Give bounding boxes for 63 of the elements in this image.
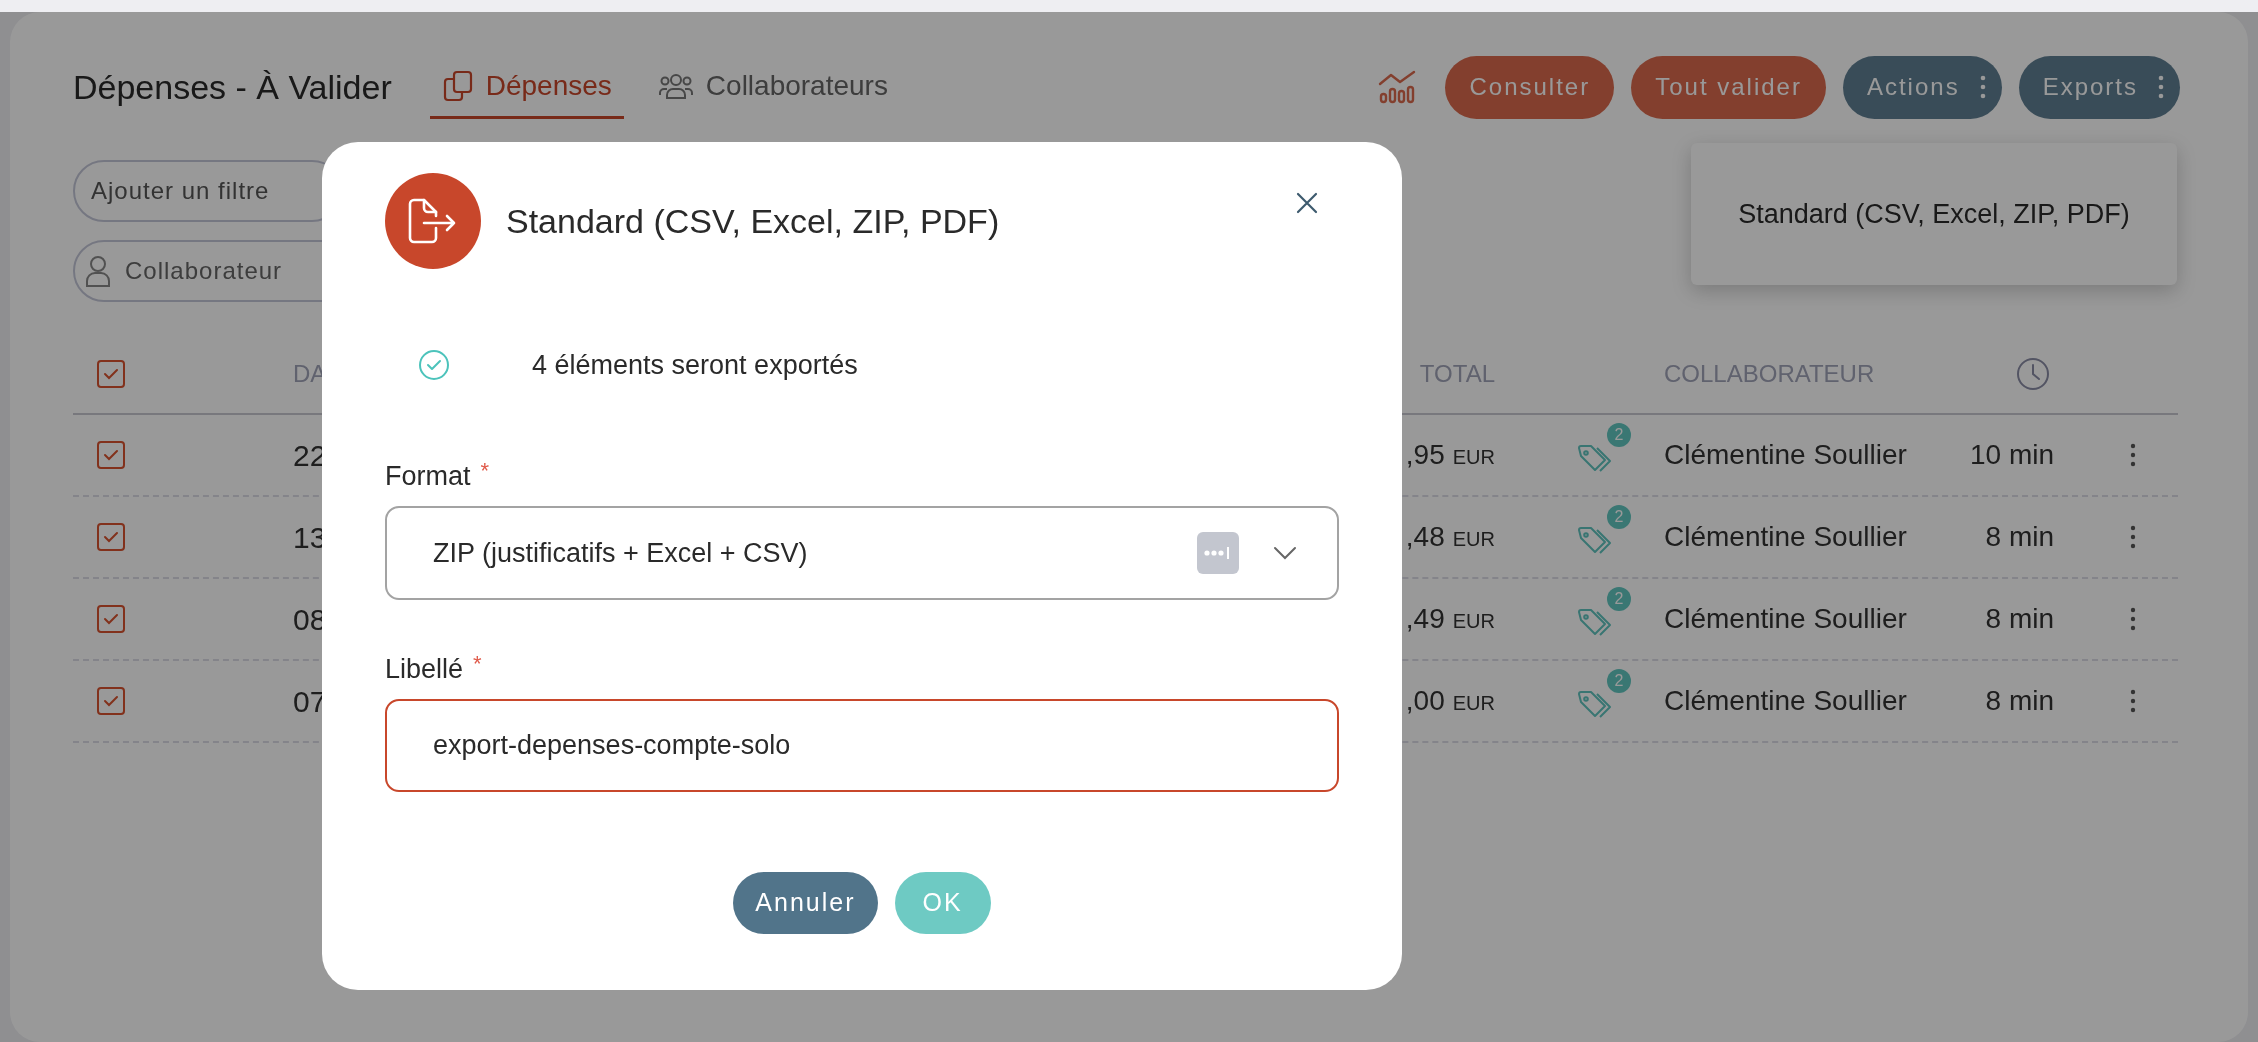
currency-label: EUR xyxy=(1452,445,1495,470)
required-mark: * xyxy=(480,461,490,481)
tab[interactable]: Collaborateurs xyxy=(645,55,900,119)
checkmark-icon xyxy=(103,695,119,707)
checkmark-icon xyxy=(103,613,119,625)
kebab-icon xyxy=(1979,75,1986,99)
cancel-button[interactable]: Annuler xyxy=(733,872,878,934)
action-button[interactable]: Consulter xyxy=(1445,55,1615,119)
menu-item[interactable]: Standard (CSV, Excel, ZIP, PDF) xyxy=(1738,193,2130,235)
count-badge: 2 xyxy=(1607,587,1631,611)
close-icon[interactable] xyxy=(1296,192,1318,214)
count-badge: 2 xyxy=(1607,505,1631,529)
tab[interactable]: Dépenses xyxy=(429,55,624,119)
column-header: TOTAL xyxy=(1419,360,1495,387)
checkmark-icon xyxy=(103,531,119,543)
page-title: Dépenses - À Valider xyxy=(73,70,392,104)
checkbox[interactable] xyxy=(97,687,125,715)
kebab-icon[interactable] xyxy=(2130,607,2136,631)
table-cell: 8 min xyxy=(1985,685,2054,716)
kebab-icon[interactable] xyxy=(2130,443,2136,467)
person-icon xyxy=(85,255,111,287)
count-badge: 2 xyxy=(1607,423,1631,447)
kebab-icon[interactable] xyxy=(2130,689,2136,713)
table-cell-text: ,00 xyxy=(1405,684,1445,718)
checkmark-icon xyxy=(103,449,119,461)
table-cell: Clémentine Soullier xyxy=(1664,439,1907,470)
currency-label: EUR xyxy=(1452,609,1495,634)
menu-button[interactable]: Exports xyxy=(2018,55,2180,119)
dialog-title: Standard (CSV, Excel, ZIP, PDF) xyxy=(506,200,1000,242)
menu-button[interactable]: Actions xyxy=(1842,55,2002,119)
currency-label: EUR xyxy=(1452,527,1495,552)
action-button[interactable]: Tout valider xyxy=(1631,55,1826,119)
kebab-icon[interactable] xyxy=(2130,525,2136,549)
files-icon xyxy=(441,69,474,102)
clock-icon xyxy=(2016,357,2050,391)
field-label: Libellé xyxy=(385,654,464,684)
checkmark-icon xyxy=(103,368,119,380)
label-input-field[interactable]: export-depenses-compte-solo xyxy=(385,699,1339,792)
checkbox[interactable] xyxy=(97,605,125,633)
column-header: COLLABORATEUR xyxy=(1664,360,1875,387)
count-badge: 2 xyxy=(1607,669,1631,693)
chevron-down-icon xyxy=(1273,546,1297,560)
table-cell: Clémentine Soullier xyxy=(1664,603,1907,634)
checkbox[interactable] xyxy=(97,523,125,551)
table-cell: 8 min xyxy=(1985,521,2054,552)
checkbox[interactable] xyxy=(97,441,125,469)
table-cell: Clémentine Soullier xyxy=(1664,685,1907,716)
password-manager-icon[interactable] xyxy=(1197,532,1239,574)
checkbox[interactable] xyxy=(97,360,125,388)
ok-button[interactable]: OK xyxy=(894,872,991,934)
table-cell-text: ,49 xyxy=(1405,602,1445,636)
table-cell-text: ,48 xyxy=(1405,520,1445,554)
table-cell: Clémentine Soullier xyxy=(1664,521,1907,552)
check-circle-icon xyxy=(418,349,450,381)
table-cell: 10 min xyxy=(1969,439,2054,470)
field-label: Format xyxy=(385,461,471,491)
required-mark: * xyxy=(473,654,482,674)
table-cell: 8 min xyxy=(1985,603,2054,634)
table-cell-text: ,95 xyxy=(1405,438,1445,472)
format-select[interactable]: ZIP (justificatifs + Excel + CSV) xyxy=(385,506,1339,600)
export-count-text: 4 éléments seront exportés xyxy=(532,348,858,382)
kebab-icon xyxy=(2158,75,2164,99)
currency-label: EUR xyxy=(1452,691,1495,716)
